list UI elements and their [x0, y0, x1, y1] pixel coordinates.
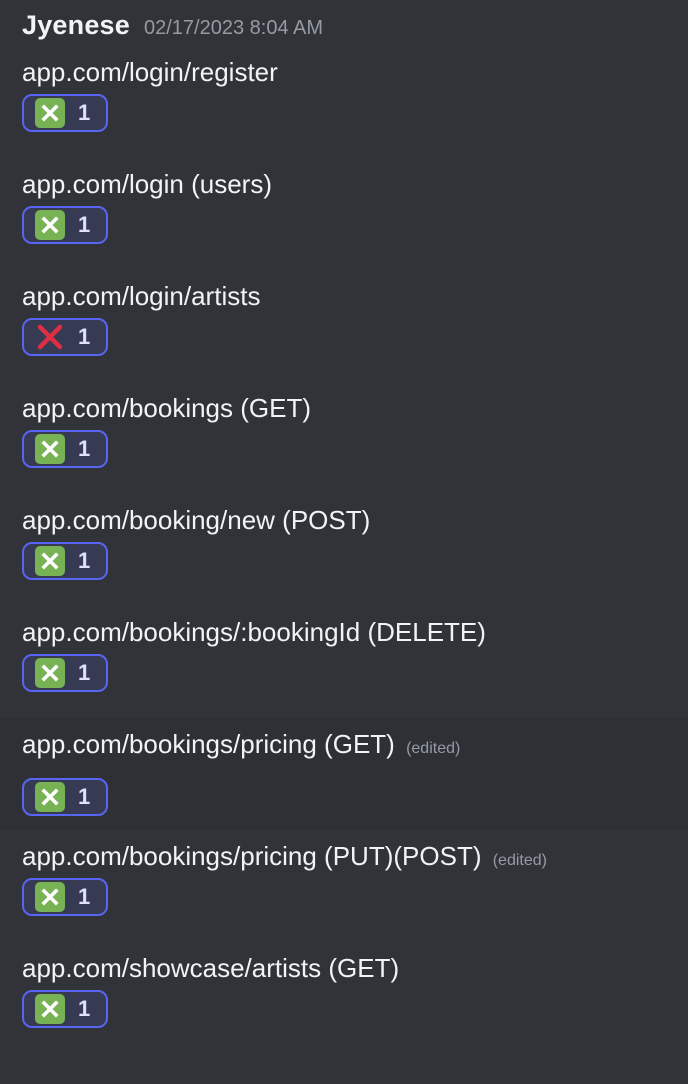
reaction-button[interactable]: 1: [22, 318, 108, 356]
reaction-button[interactable]: 1: [22, 542, 108, 580]
message-line-text: app.com/booking/new (POST): [22, 505, 371, 535]
reaction-count: 1: [78, 548, 91, 573]
message-line: app.com/bookings/pricing (GET) (edited): [22, 724, 460, 764]
message-line-text: app.com/bookings (GET): [22, 393, 312, 423]
message-line: app.com/login/artists: [22, 276, 260, 316]
reaction-button[interactable]: 1: [22, 94, 108, 132]
message-line-text: app.com/showcase/artists (GET): [22, 953, 400, 983]
negative-squared-cross-mark-icon: [35, 882, 65, 912]
reaction-button[interactable]: 1: [22, 206, 108, 244]
negative-squared-cross-mark-icon: [35, 994, 65, 1024]
cross-mark-icon: [35, 322, 65, 352]
message-line-block: app.com/login/register 1: [0, 52, 688, 164]
message-line: app.com/bookings (GET): [22, 388, 311, 428]
message-line-block: app.com/bookings/pricing (PUT)(POST) (ed…: [0, 836, 688, 948]
message-line: app.com/login/register: [22, 52, 278, 92]
message-line: app.com/booking/new (POST): [22, 500, 370, 540]
reaction-count: 1: [78, 996, 91, 1021]
reaction-count: 1: [78, 660, 91, 685]
message-line-block: app.com/bookings/:bookingId (DELETE) 1: [0, 612, 688, 724]
message-line-text: app.com/login/register: [22, 57, 278, 87]
message-line: app.com/showcase/artists (GET): [22, 948, 399, 988]
message-line-text: app.com/bookings/pricing (GET): [22, 729, 395, 759]
reaction-button[interactable]: 1: [22, 878, 108, 916]
reaction-count: 1: [78, 784, 91, 809]
message-line-block: app.com/login (users) 1: [0, 164, 688, 276]
message-line: app.com/login (users): [22, 164, 272, 204]
message-line-text: app.com/login (users): [22, 169, 272, 199]
negative-squared-cross-mark-icon: [35, 546, 65, 576]
message-line-block: app.com/showcase/artists (GET) 1: [0, 948, 688, 1060]
reaction-count: 1: [78, 324, 91, 349]
reaction-button[interactable]: 1: [22, 654, 108, 692]
reaction-count: 1: [78, 884, 91, 909]
message-line-text: app.com/bookings/:bookingId (DELETE): [22, 617, 486, 647]
reaction-button[interactable]: 1: [22, 778, 108, 816]
username[interactable]: Jyenese: [22, 10, 130, 41]
reaction-button[interactable]: 1: [22, 990, 108, 1028]
reaction-button[interactable]: 1: [22, 430, 108, 468]
negative-squared-cross-mark-icon: [35, 98, 65, 128]
reaction-count: 1: [78, 436, 91, 461]
message-line: app.com/bookings/:bookingId (DELETE): [22, 612, 486, 652]
message-line-block: app.com/bookings/pricing (GET) (edited) …: [0, 718, 688, 830]
message-line-text: app.com/bookings/pricing (PUT)(POST): [22, 841, 482, 871]
negative-squared-cross-mark-icon: [35, 210, 65, 240]
negative-squared-cross-mark-icon: [35, 782, 65, 812]
message-line-block: app.com/login/artists 1: [0, 276, 688, 388]
negative-squared-cross-mark-icon: [35, 658, 65, 688]
message-line-text: app.com/login/artists: [22, 281, 261, 311]
reaction-count: 1: [78, 100, 91, 125]
message-header: Jyenese 02/17/2023 8:04 AM: [22, 10, 323, 48]
negative-squared-cross-mark-icon: [35, 434, 65, 464]
edited-label: (edited): [406, 740, 461, 757]
reaction-count: 1: [78, 212, 91, 237]
edited-label: (edited): [492, 852, 547, 869]
message-line: app.com/bookings/pricing (PUT)(POST) (ed…: [22, 836, 547, 876]
message-line-block: app.com/booking/new (POST) 1: [0, 500, 688, 612]
message-line-block: app.com/bookings (GET) 1: [0, 388, 688, 500]
timestamp: 02/17/2023 8:04 AM: [144, 17, 324, 39]
